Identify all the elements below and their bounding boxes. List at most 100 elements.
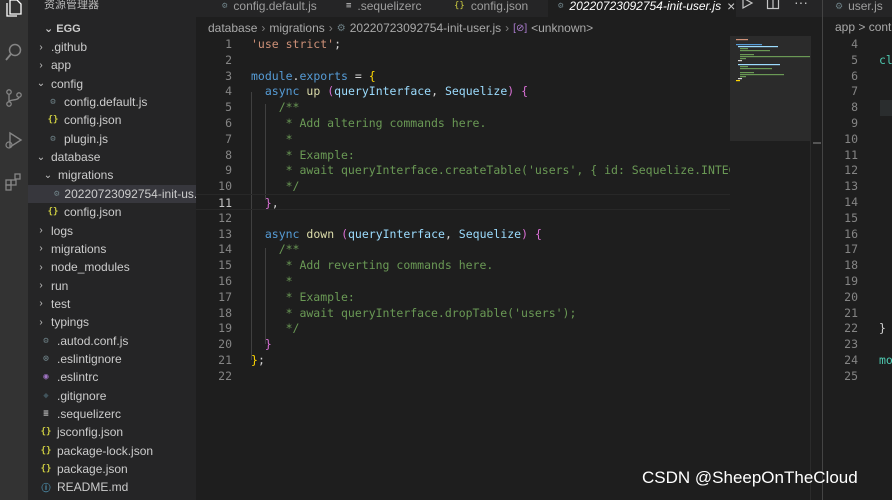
code-line[interactable]: 12 [823,162,892,178]
tree-folder[interactable]: › .github [28,38,196,56]
explorer-files-icon[interactable] [2,0,26,20]
code-line[interactable]: 19 */ [196,320,730,336]
code-line[interactable]: 14 [823,194,892,210]
chevron-right-icon: › [39,261,43,273]
code-line[interactable]: 14 /** [196,241,730,257]
breadcrumb-item[interactable]: database [208,21,257,35]
code-line[interactable]: 25 [823,368,892,384]
breadcrumb-item[interactable]: migrations [269,21,324,35]
tree-file[interactable]: {} config.json [28,111,196,129]
code-line[interactable]: 8 * Example: [196,147,730,163]
run-debug-icon[interactable] [2,128,26,152]
code-line[interactable]: 7 [823,83,892,99]
code-text: * [251,273,293,289]
code-line[interactable]: 20 [823,289,892,305]
code-line[interactable]: 4 [823,36,892,52]
split-editor-icon[interactable] [766,0,780,13]
tree-file[interactable]: {} jsconfig.json [28,423,196,441]
tree-file[interactable]: ⊙ .eslintignore [28,350,196,368]
code-line[interactable]: 18 * await queryInterface.dropTable('use… [196,305,730,321]
code-editor[interactable]: 1'use strict'; 2 3 module.exports = {4 asyn… [196,36,730,500]
tree-file[interactable]: ⓘ README.md [28,478,196,496]
tab-config-json[interactable]: {} config.json [454,0,528,17]
run-file-icon[interactable] [740,0,754,13]
code-line[interactable]: 9 * await queryInterface.createTable('us… [196,162,730,178]
workspace-root-folder[interactable]: ⌄ EGG [44,22,81,35]
code-line[interactable]: 23 [823,336,892,352]
code-line[interactable]: 1 'use strict'; [196,36,730,52]
tree-item-label: .sequelizerc [57,407,122,421]
tree-file[interactable]: ◉ .eslintrc [28,368,196,386]
tree-file[interactable]: ⚙ config.default.js [28,93,196,111]
code-token: exports [299,68,348,83]
code-line[interactable]: 7 * [196,131,730,147]
tab-user-js[interactable]: ⚙ user.js [823,0,892,17]
code-line[interactable]: 18 [823,257,892,273]
tree-folder[interactable]: › logs [28,222,196,240]
code-line[interactable]: 11 [823,147,892,163]
code-line[interactable]: 21 [823,305,892,321]
tab-config-default-js[interactable]: ⚙ config.default.js [222,0,317,17]
code-line[interactable]: 15 * Add reverting commands here. [196,257,730,273]
line-number: 2 [225,52,232,67]
code-line[interactable]: 16 * [196,273,730,289]
code-line[interactable]: 2 [196,52,730,68]
tree-file[interactable]: ⚙ 20220723092754-init-us... [28,184,196,203]
code-line[interactable]: 9 [823,115,892,131]
breadcrumb-item[interactable]: 20220723092754-init-user.js [350,21,501,35]
breadcrumb-item[interactable]: <unknown> [531,21,593,35]
tree-file[interactable]: ⚙ plugin.js [28,130,196,148]
code-text: * Example: [251,147,355,163]
tree-folder[interactable]: ⌄ config [28,75,196,93]
tree-folder[interactable]: › migrations [28,240,196,258]
tree-file[interactable]: {} package.json [28,460,196,478]
tree-file[interactable]: ⚙ .autod.conf.js [28,332,196,350]
search-icon[interactable] [2,40,26,64]
code-line[interactable]: 3 module.exports = { [196,68,730,84]
code-line[interactable]: 22} [823,320,892,336]
code-line[interactable]: 6 * Add altering commands here. [196,115,730,131]
code-line[interactable]: 10 [823,131,892,147]
code-line[interactable]: 13 async down (queryInterface, Sequelize… [196,226,730,242]
source-control-icon[interactable] [2,86,26,110]
code-line[interactable]: 8 [823,99,892,115]
tree-file[interactable]: ◆ .gitignore [28,387,196,405]
code-line[interactable]: 6 [823,68,892,84]
code-line[interactable]: 19 [823,273,892,289]
tree-folder[interactable]: › node_modules [28,258,196,276]
code-line[interactable]: 5 /** [196,99,730,115]
extensions-icon[interactable] [2,170,26,194]
code-text: */ [251,320,300,336]
code-line[interactable]: 17 * Example: [196,289,730,305]
code-line[interactable]: 11 }, [196,194,730,210]
code-line[interactable]: 15 [823,210,892,226]
tree-folder[interactable]: › run [28,277,196,295]
tree-folder[interactable]: ⌄ migrations [28,166,196,184]
more-actions-icon[interactable]: ··· [794,0,808,10]
tab-sequelizerc[interactable]: ≡ .sequelizerc [346,0,421,17]
code-line[interactable]: 22 [196,368,730,384]
tree-folder[interactable]: › test [28,295,196,313]
code-line[interactable]: 5 cl [823,52,892,68]
tree-file[interactable]: {} config.json [28,203,196,221]
close-icon[interactable]: × [727,0,735,14]
code-line[interactable]: 13 [823,178,892,194]
code-line[interactable]: 24 mo [823,352,892,368]
code-token: } [264,337,272,352]
code-line[interactable]: 20 } [196,336,730,352]
code-line[interactable]: 4 async up (queryInterface, Sequelize) { [196,83,730,99]
minimap[interactable] [730,36,812,500]
tree-folder[interactable]: ⌄ database [28,148,196,166]
editor-scrollbar[interactable] [810,36,822,500]
tree-folder[interactable]: › app [28,56,196,74]
code-line[interactable]: 10 */ [196,178,730,194]
tree-folder[interactable]: › typings [28,313,196,331]
tree-file[interactable]: {} package-lock.json [28,442,196,460]
tree-file[interactable]: ≡ .sequelizerc [28,405,196,423]
code-line[interactable]: 17 [823,241,892,257]
tab-init-user-js[interactable]: ⚙ 20220723092754-init-user.js × [548,0,736,17]
code-token: { [368,68,376,83]
code-line[interactable]: 21}; [196,352,730,368]
code-line[interactable]: 16 [823,226,892,242]
code-line[interactable]: 12 [196,210,730,226]
